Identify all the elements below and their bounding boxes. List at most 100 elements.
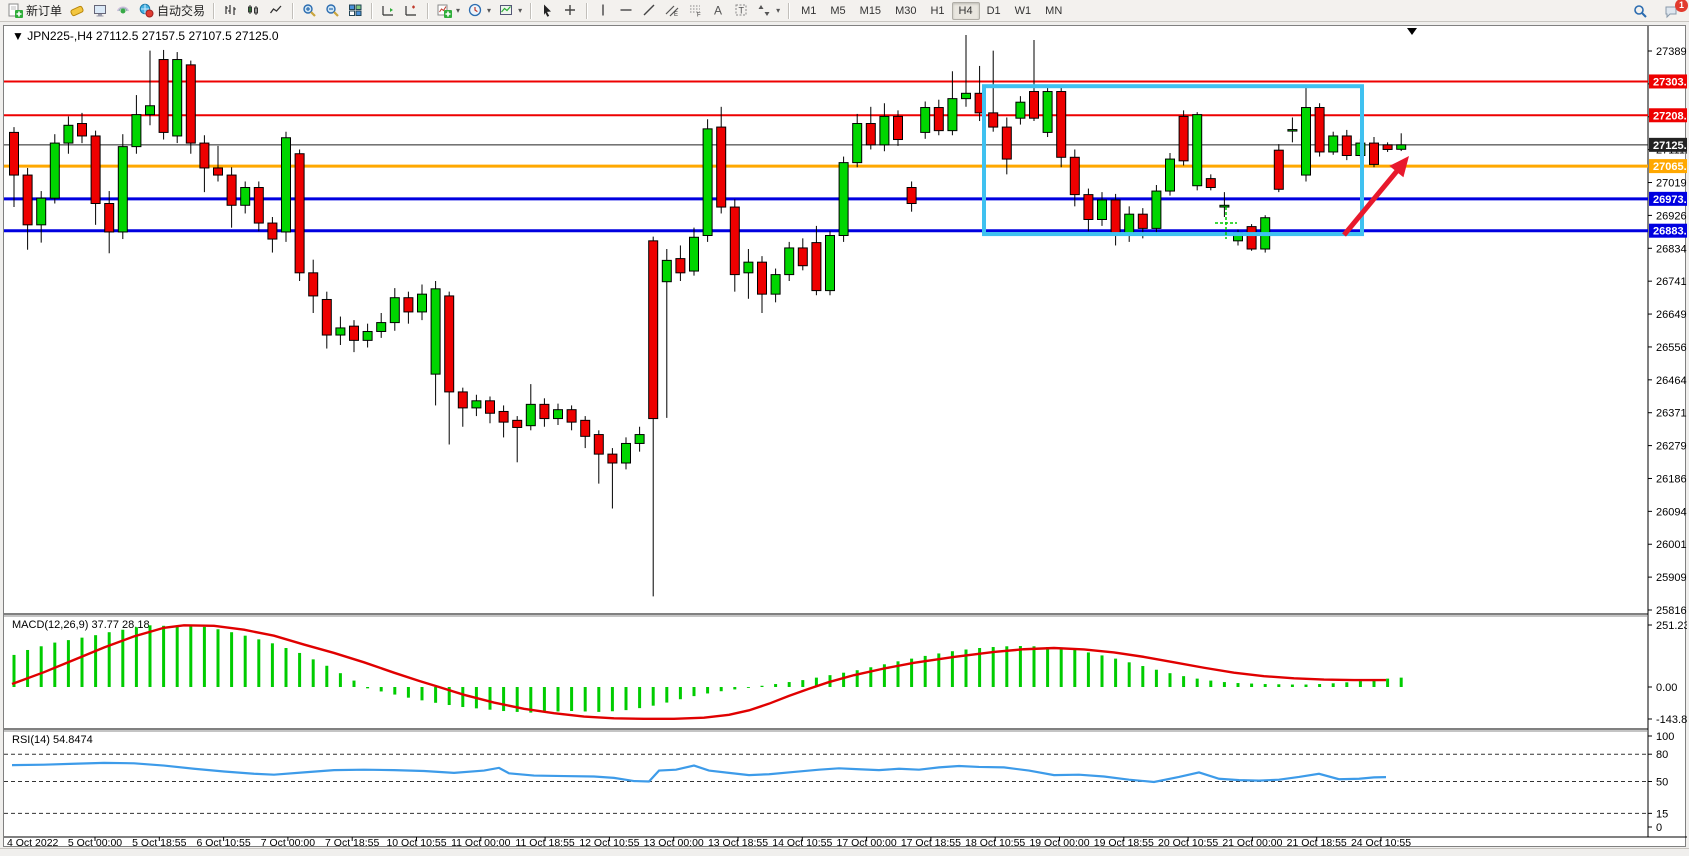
price-tick-label: 26001.5 (1656, 539, 1687, 551)
linechart-icon (269, 3, 284, 18)
candles-icon (246, 3, 261, 18)
candle-body (1206, 179, 1215, 188)
candle-body (880, 116, 889, 144)
price-tick-label: 27389.0 (1656, 46, 1687, 58)
arrows-button[interactable]: ▾ (753, 1, 784, 21)
price-tick-label: 27019.0 (1656, 178, 1687, 190)
tile-windows-button[interactable] (344, 1, 367, 21)
line-chart-button[interactable] (265, 1, 288, 21)
crosshair-button[interactable] (559, 1, 582, 21)
candle-body (146, 106, 155, 115)
candle-body (268, 223, 277, 239)
candle-body (91, 136, 100, 204)
auto-scroll-button[interactable] (377, 1, 400, 21)
timeframe-button-d1[interactable]: D1 (980, 2, 1008, 20)
timeframe-button-m1[interactable]: M1 (794, 2, 823, 20)
tiles-icon (348, 3, 363, 18)
autotrading-button[interactable]: 自动交易 (135, 1, 209, 21)
news-button[interactable] (112, 1, 135, 21)
periods-button[interactable]: ▾ (464, 1, 495, 21)
candle-body (472, 401, 481, 408)
toolbar-separator (213, 3, 215, 19)
timeframe-button-h4[interactable]: H4 (952, 2, 980, 20)
chart-window[interactable]: 27389.027296.527204.027111.527019.026926… (3, 25, 1686, 847)
timeframe-button-h1[interactable]: H1 (923, 2, 951, 20)
timeframe-button-m30[interactable]: M30 (888, 2, 923, 20)
cursor-icon (540, 3, 555, 18)
candle-body (703, 129, 712, 236)
macd-tick-label: 0.00 (1656, 682, 1677, 694)
time-axis-label: 24 Oct 10:55 (1351, 837, 1411, 846)
terminal-button[interactable] (89, 1, 112, 21)
dropdown-arrow-icon[interactable]: ▾ (776, 6, 780, 15)
status-bar (0, 848, 1689, 856)
candle-body (486, 401, 495, 413)
deposit-button[interactable] (66, 1, 89, 21)
chart-shift-button[interactable] (400, 1, 423, 21)
dropdown-arrow-icon[interactable]: ▾ (456, 6, 460, 15)
toolbar-separator (788, 3, 790, 19)
candle-body (1152, 191, 1161, 228)
candle-body (676, 259, 685, 273)
text-button[interactable]: A (707, 1, 730, 21)
candle-body (635, 435, 644, 444)
macd-tick-label: 251.23 (1656, 620, 1687, 632)
candle-body (118, 147, 127, 232)
price-badge-label: 26973.1 (1653, 194, 1687, 206)
candle-body (105, 204, 114, 232)
label-button[interactable]: T (730, 1, 753, 21)
price-tick-label: 26186.5 (1656, 473, 1687, 485)
trendline-button[interactable] (638, 1, 661, 21)
candle-body (785, 248, 794, 275)
new-order-button[interactable]: 新订单 (4, 1, 66, 21)
price-tick-label: 26464.0 (1656, 375, 1687, 387)
timeframe-button-mn[interactable]: MN (1038, 2, 1069, 20)
rsi-tick-label: 100 (1656, 731, 1674, 743)
candle-body (1193, 115, 1202, 186)
time-axis-label: 6 Oct 10:55 (196, 837, 250, 846)
channel-button[interactable]: E (661, 1, 684, 21)
candle-chart-button[interactable] (242, 1, 265, 21)
candle-body (1329, 136, 1338, 152)
candle-body (1016, 102, 1025, 118)
dropdown-arrow-icon[interactable]: ▾ (487, 6, 491, 15)
search-icon[interactable] (1629, 1, 1652, 21)
signal-icon (116, 3, 131, 18)
templates-button[interactable]: ▾ (495, 1, 526, 21)
candle-body (771, 275, 780, 295)
autoscroll-icon (381, 3, 396, 18)
zoom-in-button[interactable] (298, 1, 321, 21)
price-tick-label: 26649.0 (1656, 309, 1687, 321)
timeframe-button-w1[interactable]: W1 (1008, 2, 1039, 20)
fibo-button[interactable]: F (684, 1, 707, 21)
zoom-out-button[interactable] (321, 1, 344, 21)
clock-icon (468, 3, 483, 18)
vline-button[interactable] (592, 1, 615, 21)
toolbar-separator (427, 3, 429, 19)
price-chart[interactable]: 27389.027296.527204.027111.527019.026926… (4, 26, 1687, 846)
timeframe-button-m5[interactable]: M5 (823, 2, 852, 20)
candle-body (159, 60, 168, 133)
price-tick-label: 25909.0 (1656, 572, 1687, 584)
fibo-icon: F (688, 3, 703, 18)
timeframe-button-m15[interactable]: M15 (853, 2, 888, 20)
candle-body (173, 60, 182, 136)
candle-body (730, 207, 739, 275)
template-icon (499, 3, 514, 18)
candle-body (1288, 130, 1297, 132)
monitor-icon (93, 3, 108, 18)
candle-body (1002, 127, 1011, 159)
candle-body (1274, 150, 1283, 189)
bar-chart-button[interactable] (219, 1, 242, 21)
candle-body (377, 323, 386, 332)
dropdown-arrow-icon[interactable]: ▾ (518, 6, 522, 15)
cursor-button[interactable] (536, 1, 559, 21)
price-badge-label: 27065.2 (1653, 161, 1687, 173)
price-badge-label: 27208.2 (1653, 110, 1687, 122)
candle-body (1383, 145, 1392, 150)
chat-icon[interactable]: 1 (1660, 1, 1683, 21)
new-order-icon (8, 3, 23, 18)
indicators-button[interactable]: ▾ (433, 1, 464, 21)
candle-body (404, 298, 413, 312)
hline-button[interactable] (615, 1, 638, 21)
